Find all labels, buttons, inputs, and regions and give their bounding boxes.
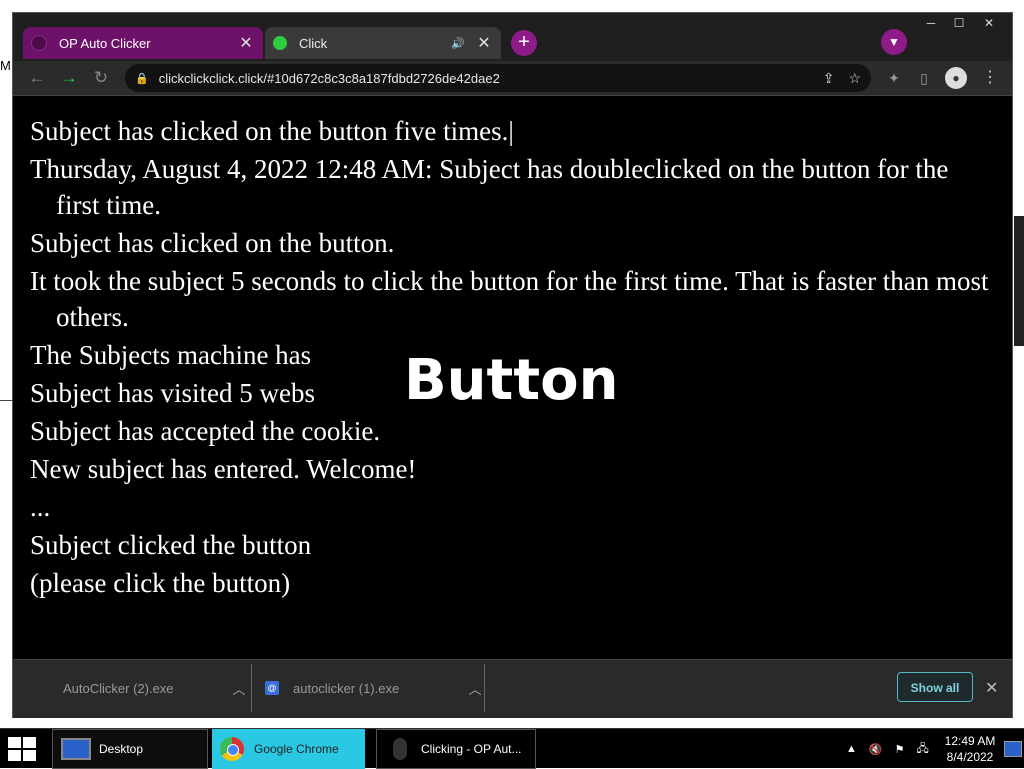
taskbar-item-chrome[interactable]: Google Chrome (212, 729, 365, 769)
taskbar-item-label: Desktop (99, 742, 144, 756)
clock[interactable]: 12:49 AM 8/4/2022 (940, 733, 1000, 765)
lock-icon[interactable]: 🔒 (135, 72, 149, 85)
tab-op-auto-clicker[interactable]: OP Auto Clicker ✕ (23, 27, 263, 59)
show-desktop-icon[interactable] (1004, 741, 1022, 757)
close-window-button[interactable]: ✕ (973, 13, 1005, 33)
browser-toolbar: ← → ↻ 🔒 clickclickclick.click/#10d672c8c… (13, 61, 1012, 96)
chrome-icon (220, 737, 244, 761)
clock-time: 12:49 AM (944, 734, 996, 748)
windows-start-icon[interactable] (8, 737, 36, 761)
desktop-left-edge (0, 0, 12, 728)
tab-favicon-icon (31, 35, 47, 51)
speaker-muted-icon[interactable]: 🔇 (869, 743, 883, 756)
tab-title: Click (299, 35, 328, 51)
profile-avatar-icon[interactable]: ● (945, 67, 967, 89)
taskbar-item-label: Google Chrome (254, 742, 339, 756)
url-text[interactable]: clickclickclick.click/#10d672c8c3c8a187f… (159, 71, 809, 86)
close-icon[interactable]: ✕ (985, 678, 998, 698)
show-all-button[interactable]: Show all (897, 672, 973, 702)
back-arrow-icon[interactable]: ← (25, 66, 49, 90)
address-bar[interactable]: 🔒 clickclickclick.click/#10d672c8c3c8a18… (125, 64, 871, 92)
log-line: Subject has clicked on the button five t… (30, 116, 514, 146)
tray-expand-icon[interactable]: ▲ (846, 743, 857, 755)
bookmark-star-icon[interactable]: ☆ (848, 70, 861, 87)
network-icon[interactable]: 🖧 (916, 740, 928, 759)
log-line: Subject has clicked on the button. (30, 228, 395, 258)
share-icon[interactable]: ⇪ (823, 70, 835, 87)
flag-icon[interactable]: ⚑ (895, 743, 905, 756)
tab-favicon-icon (273, 36, 287, 50)
divider (484, 664, 485, 712)
maximize-button[interactable]: ☐ (945, 13, 973, 33)
chevron-up-icon[interactable]: ︿ (229, 679, 249, 698)
log-line: Thursday, August 4, 2022 12:48 AM: Subje… (30, 154, 949, 220)
download-filename[interactable]: autoclicker (1).exe (293, 681, 465, 696)
taskbar-item-label: Clicking - OP Aut... (421, 742, 522, 756)
chevron-up-icon[interactable]: ︿ (465, 679, 485, 698)
reload-icon[interactable]: ↻ (89, 66, 113, 90)
download-item[interactable]: @ autoclicker (1).exe ︿ (265, 666, 485, 710)
log-line: (please click the button) (30, 568, 291, 598)
download-item[interactable]: AutoClicker (2).exe ︿ (33, 666, 249, 710)
desktop-divider (0, 400, 12, 401)
speaker-icon[interactable]: 🔊 (451, 37, 465, 50)
downloads-bar: AutoClicker (2).exe ︿ @ autoclicker (1).… (13, 659, 1012, 718)
tab-close-icon[interactable]: ✕ (475, 33, 493, 53)
side-panel-icon[interactable]: ▯ (913, 67, 935, 89)
chevron-down-icon[interactable]: ▼ (881, 29, 907, 55)
log-line: It took the subject 5 seconds to click t… (30, 266, 989, 332)
download-filename[interactable]: AutoClicker (2).exe (33, 681, 229, 696)
mouse-icon (393, 738, 407, 760)
tab-strip: OP Auto Clicker ✕ Click 🔊 ✕ + ▼ ─ ☐ ✕ (13, 13, 1012, 61)
taskbar-item-desktop[interactable]: Desktop (52, 729, 208, 769)
log-line: New subject has entered. Welcome! (30, 454, 417, 484)
new-tab-button[interactable]: + (511, 30, 537, 56)
desktop-right-edge (1012, 0, 1024, 728)
tab-title: OP Auto Clicker (59, 35, 151, 51)
taskbar-item-op-auto-clicker[interactable]: Clicking - OP Aut... (376, 729, 536, 769)
desktop-background-window (1014, 216, 1024, 346)
main-click-button[interactable]: Button (342, 341, 642, 421)
taskbar: Desktop Google Chrome Clicking - OP Aut.… (0, 728, 1024, 769)
browser-window: OP Auto Clicker ✕ Click 🔊 ✕ + ▼ ─ ☐ ✕ ← … (12, 12, 1013, 718)
file-icon: @ (265, 681, 279, 695)
tab-close-icon[interactable]: ✕ (237, 33, 255, 53)
minimize-button[interactable]: ─ (917, 13, 945, 33)
clock-date: 8/4/2022 (946, 750, 994, 764)
tab-click[interactable]: Click 🔊 ✕ (265, 27, 501, 59)
system-tray: ▲ 🔇 ⚑ 🖧 (840, 729, 935, 769)
desktop-icon (61, 738, 91, 760)
log-line: ... (30, 492, 51, 522)
divider (251, 664, 252, 712)
page-content: Subject has clicked on the button five t… (13, 96, 1012, 659)
menu-kebab-icon[interactable]: ⋮ (979, 67, 1001, 89)
desktop-background-text: M (0, 58, 11, 73)
log-line: Subject clicked the button (30, 530, 312, 560)
extensions-puzzle-icon[interactable]: ✦ (883, 67, 905, 89)
forward-arrow-icon[interactable]: → (57, 66, 81, 90)
